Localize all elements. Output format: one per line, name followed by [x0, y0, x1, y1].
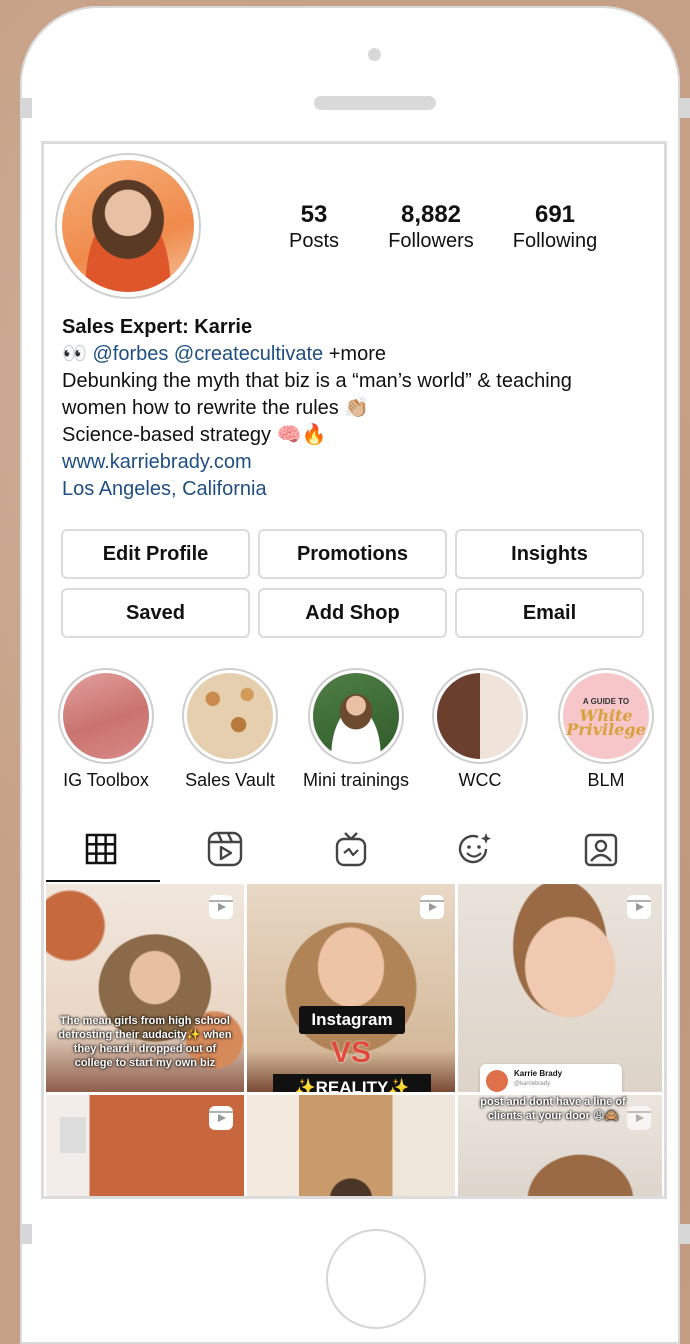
reels-icon	[420, 895, 444, 919]
post-caption: The mean girls from high school defrosti…	[58, 1015, 232, 1069]
location-link[interactable]: Los Angeles, California	[62, 476, 662, 503]
highlight-cover	[187, 673, 273, 759]
highlight-label: BLM	[587, 770, 625, 790]
tab-igtv[interactable]	[296, 816, 406, 882]
posts-label: Posts	[288, 230, 340, 252]
highlight-blm[interactable]: A GUIDE TO White Privilege BLM	[546, 668, 664, 791]
reels-icon	[207, 831, 243, 867]
post-tile[interactable]	[46, 1095, 244, 1196]
post-caption: Instagram	[299, 1006, 405, 1034]
bio-line: Science-based strategy 🧠🔥	[62, 424, 327, 446]
highlight-label: IG Toolbox	[63, 770, 149, 790]
highlight-ring	[308, 668, 404, 764]
followers-stat[interactable]: 8,882 Followers	[376, 202, 486, 254]
highlight-label: Mini trainings	[302, 770, 410, 790]
insights-button[interactable]: Insights	[455, 529, 644, 579]
highlight-label: WCC	[458, 770, 502, 790]
highlight-label: Sales Vault	[185, 770, 275, 790]
tab-effects[interactable]	[420, 816, 530, 882]
tweet-card-handle: @karriebrady	[514, 1081, 551, 1087]
posts-stat[interactable]: 53 Posts	[264, 202, 364, 254]
edit-profile-button[interactable]: Edit Profile	[61, 529, 250, 579]
effects-icon	[458, 833, 491, 864]
following-count: 691	[534, 201, 576, 228]
igtv-icon	[335, 832, 367, 867]
side-button	[20, 1224, 32, 1244]
eyes-emoji: 👀	[62, 343, 87, 365]
mention-forbes[interactable]: @forbes	[92, 343, 168, 365]
followers-count: 8,882	[400, 201, 462, 228]
highlight-cover	[437, 673, 523, 759]
highlight-wcc[interactable]: WCC	[420, 668, 540, 791]
profile-tab-bar	[44, 816, 664, 886]
profile-name: Sales Expert: Karrie	[62, 316, 253, 338]
mention-createcultivate[interactable]: @createcultivate	[174, 343, 323, 365]
speaker-slot	[314, 96, 436, 110]
highlight-cover	[63, 673, 149, 759]
followers-label: Followers	[388, 230, 474, 252]
highlight-sales-vault[interactable]: Sales Vault	[170, 668, 290, 791]
post-tile[interactable]: post and dont have a line of clients at …	[458, 1095, 662, 1196]
highlight-cover	[313, 673, 399, 759]
posts-count: 53	[300, 201, 328, 228]
avatar-image	[62, 160, 194, 292]
highlight-ig-toolbox[interactable]: IG Toolbox	[46, 668, 166, 791]
email-button[interactable]: Email	[455, 588, 644, 638]
profile-avatar[interactable]	[55, 153, 201, 299]
highlight-ring	[182, 668, 278, 764]
bio-mentions-line: 👀 @forbes @createcultivate +more	[62, 341, 662, 368]
posts-grid: The mean girls from high school defrosti…	[46, 884, 662, 1196]
highlight-ring: A GUIDE TO White Privilege	[558, 668, 654, 764]
camera-dot	[368, 48, 381, 61]
highlight-ring	[58, 668, 154, 764]
profile-bio: Sales Expert: Karrie 👀 @forbes @createcu…	[62, 314, 662, 503]
avatar	[486, 1070, 508, 1092]
promotions-button[interactable]: Promotions	[258, 529, 447, 579]
post-caption: post and dont have a line of clients at …	[480, 1096, 626, 1122]
instagram-profile-screen: 53 Posts 8,882 Followers 691 Following S…	[41, 141, 667, 1199]
blm-cover-text: Privilege	[566, 720, 646, 739]
grid-icon	[85, 833, 117, 865]
side-button	[678, 98, 690, 118]
tab-tagged[interactable]	[546, 816, 656, 882]
highlight-mini-trainings[interactable]: Mini trainings	[296, 668, 416, 791]
reels-icon	[627, 895, 651, 919]
more-link[interactable]: +more	[329, 343, 386, 365]
website-link[interactable]: www.karriebrady.com	[62, 449, 662, 476]
following-label: Following	[512, 230, 598, 252]
tab-grid[interactable]	[46, 816, 156, 882]
highlight-ring	[432, 668, 528, 764]
highlight-cover: A GUIDE TO White Privilege	[563, 673, 649, 759]
post-image-detail	[60, 1117, 86, 1153]
post-caption: VS	[330, 1036, 372, 1069]
tagged-icon	[584, 833, 618, 867]
reels-icon	[627, 1106, 651, 1130]
home-button[interactable]	[326, 1229, 426, 1329]
post-tile[interactable]: The mean girls from high school defrosti…	[46, 884, 244, 1092]
side-button	[20, 98, 32, 118]
bio-line: Debunking the myth that biz is a “man’s …	[62, 370, 572, 392]
saved-button[interactable]: Saved	[61, 588, 250, 638]
add-shop-button[interactable]: Add Shop	[258, 588, 447, 638]
post-tile[interactable]: Karrie Brady @karriebrady	[458, 884, 662, 1092]
tab-reels[interactable]	[170, 816, 280, 882]
bio-line: women how to rewrite the rules 👏🏼	[62, 397, 370, 419]
post-tile[interactable]	[247, 1095, 455, 1196]
active-tab-indicator	[46, 880, 160, 882]
post-caption: ✨REALITY✨	[273, 1074, 431, 1092]
tweet-card-name: Karrie Brady	[514, 1069, 563, 1078]
side-button	[678, 1224, 690, 1244]
reels-icon	[209, 1106, 233, 1130]
following-stat[interactable]: 691 Following	[500, 202, 610, 254]
reels-icon	[209, 895, 233, 919]
tweet-card: Karrie Brady @karriebrady	[480, 1064, 622, 1092]
post-tile[interactable]: Instagram VS ✨REALITY✨	[247, 884, 455, 1092]
